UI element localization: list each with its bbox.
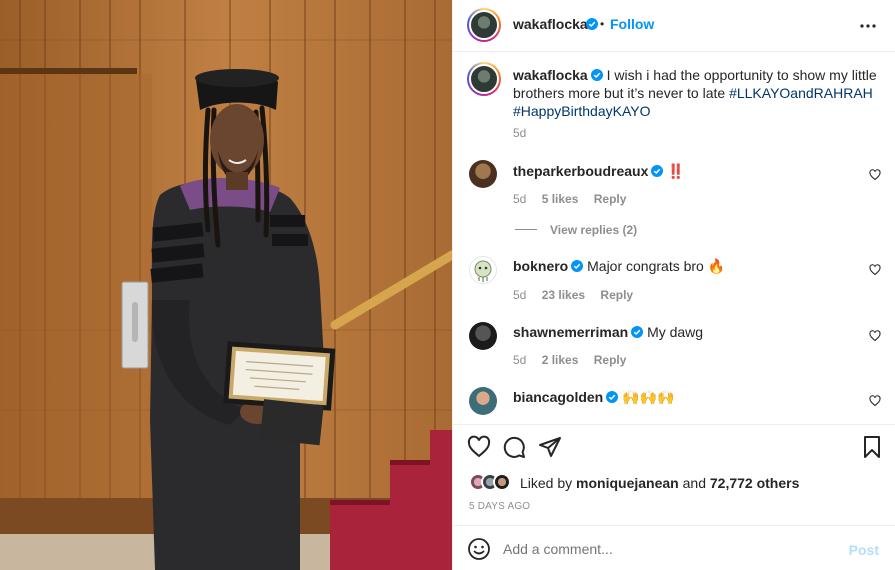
reply-button[interactable]: Reply [594,192,627,206]
comment-username[interactable]: biancagolden [513,389,603,405]
instagram-post-view: wakaflocka • Follow wakaflocka I wish i … [0,0,895,570]
comment-meta: 5d 23 likes Reply [513,288,633,302]
caption-username[interactable]: wakaflocka [513,67,588,83]
comment-time[interactable]: 5d [513,288,526,302]
comment-body: boknero Major congrats bro 🔥 [513,258,725,275]
header-separator-dot: • [600,17,605,31]
comment-text: 🙌🙌🙌 [622,389,675,405]
commenter-avatar[interactable] [469,387,497,415]
comment-text: Major congrats bro 🔥 [587,258,726,274]
comment-username[interactable]: boknero [513,258,568,274]
verified-badge-icon [606,391,619,403]
commenter-avatar[interactable] [469,160,497,188]
follow-button[interactable]: Follow [610,16,654,32]
comment-likes[interactable]: 5 likes [542,192,579,206]
add-comment-input[interactable] [503,540,833,558]
commenter-avatar[interactable] [469,256,497,284]
comment-like-icon[interactable] [869,395,881,407]
emoji-icon[interactable] [467,537,491,561]
actions-divider [453,424,895,425]
view-replies-line [515,229,537,230]
reply-button[interactable]: Reply [600,288,633,302]
verified-badge-icon [631,326,644,338]
author-username[interactable]: wakaflocka [513,16,588,32]
reply-button[interactable]: Reply [594,353,627,367]
verified-badge-icon [590,69,603,81]
comment-username[interactable]: shawnemerriman [513,324,628,340]
comment-body: theparkerboudreaux ‼️ [513,163,685,180]
verified-badge-icon [571,260,584,272]
comment-meta: 5d 5 likes Reply [513,192,626,206]
hashtag-link[interactable]: #LLKAYOandRAHRAH [729,85,873,101]
comment-time[interactable]: 5d [513,192,526,206]
comment-like-icon[interactable] [869,169,881,181]
comment-likes[interactable]: 2 likes [542,353,579,367]
verified-badge-icon [651,165,664,177]
comment-meta: 5d 2 likes Reply [513,353,626,367]
comment-username[interactable]: theparkerboudreaux [513,163,648,179]
caption-author-avatar[interactable] [467,62,501,96]
liked-by-text: Liked by moniquejanean and 72,772 others [520,475,799,491]
graduation-photo-illustration [0,0,452,570]
liked-by-prefix: Liked by [520,475,573,491]
more-horizontal-icon[interactable] [859,20,877,32]
comment-icon[interactable] [502,435,526,459]
liked-by-avatars[interactable] [469,473,517,491]
comment-like-icon[interactable] [869,330,881,342]
post-comment-button[interactable]: Post [849,542,879,558]
verified-badge-icon [586,18,598,30]
liked-by-middle: and [682,475,706,491]
heart-icon[interactable] [467,435,491,459]
caption-timestamp[interactable]: 5d [513,126,526,140]
comment-likes[interactable]: 23 likes [542,288,585,302]
post-date[interactable]: 5 DAYS AGO [469,501,530,512]
liker-avatar [493,473,511,491]
author-avatar[interactable] [467,8,501,42]
cartoon-avatar-icon [474,260,492,282]
post-header: wakaflocka • Follow [453,0,895,52]
comment-body: biancagolden 🙌🙌🙌 [513,389,674,406]
view-replies-button[interactable]: View replies (2) [550,223,637,237]
post-photo[interactable] [0,0,452,570]
hashtag-link[interactable]: #HappyBirthdayKAYO [513,103,650,119]
commenter-avatar[interactable] [469,322,497,350]
post-caption: wakaflocka I wish i had the opportunity … [513,66,883,120]
comment-text: My dawg [647,324,704,340]
liked-by-user[interactable]: moniquejanean [576,475,679,491]
bookmark-icon[interactable] [860,435,884,459]
add-comment-divider [453,525,895,526]
paper-plane-icon[interactable] [538,435,562,459]
comment-like-icon[interactable] [869,264,881,276]
comment-text: ‼️ [667,163,685,179]
comment-time[interactable]: 5d [513,353,526,367]
liked-by-others[interactable]: 72,772 others [710,475,800,491]
comment-body: shawnemerriman My dawg [513,324,703,340]
post-details-panel: wakaflocka • Follow wakaflocka I wish i … [452,0,895,570]
